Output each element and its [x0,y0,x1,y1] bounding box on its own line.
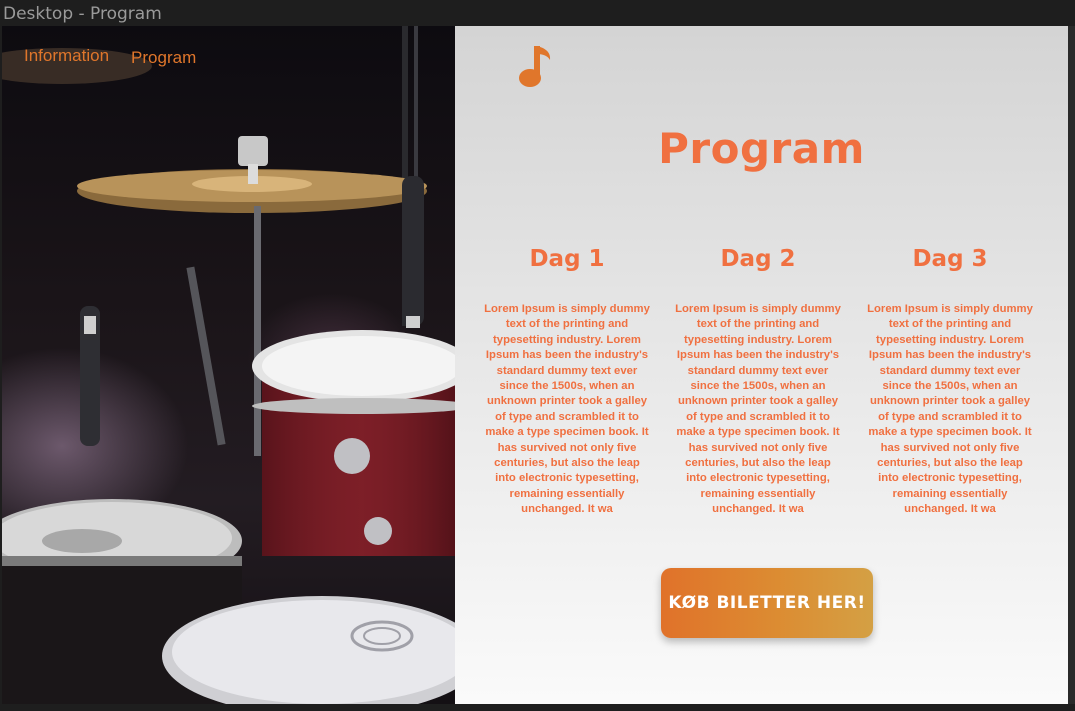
day-heading: Dag 1 [529,246,605,272]
main-nav: Information Program [24,46,196,68]
buy-tickets-button[interactable]: KØB BILETTER HER! [661,568,873,638]
nav-link-program[interactable]: Program [131,48,196,68]
day-column-2: Dag 2 Lorem Ipsum is simply dummy text o… [674,246,842,518]
page-title: Program [658,124,865,173]
day-description: Lorem Ipsum is simply dummy text of the … [675,303,841,516]
nav-link-information[interactable]: Information [24,46,109,68]
day-heading: Dag 3 [912,246,988,272]
day-column-3: Dag 3 Lorem Ipsum is simply dummy text o… [866,246,1034,518]
music-note-icon [519,46,551,87]
drum-kit-photo: Information Program [2,26,455,704]
desktop-artboard: Information Program Program Dag 1 Lorem … [2,26,1068,704]
drum-kit-illustration [2,26,455,704]
frame-label: Desktop - Program [3,4,162,24]
day-column-1: Dag 1 Lorem Ipsum is simply dummy text o… [483,246,651,518]
day-description: Lorem Ipsum is simply dummy text of the … [867,303,1033,516]
day-description: Lorem Ipsum is simply dummy text of the … [484,303,650,516]
program-content: Program Dag 1 Lorem Ipsum is simply dumm… [455,26,1068,704]
canvas-edge [1068,26,1075,704]
day-heading: Dag 2 [720,246,796,272]
